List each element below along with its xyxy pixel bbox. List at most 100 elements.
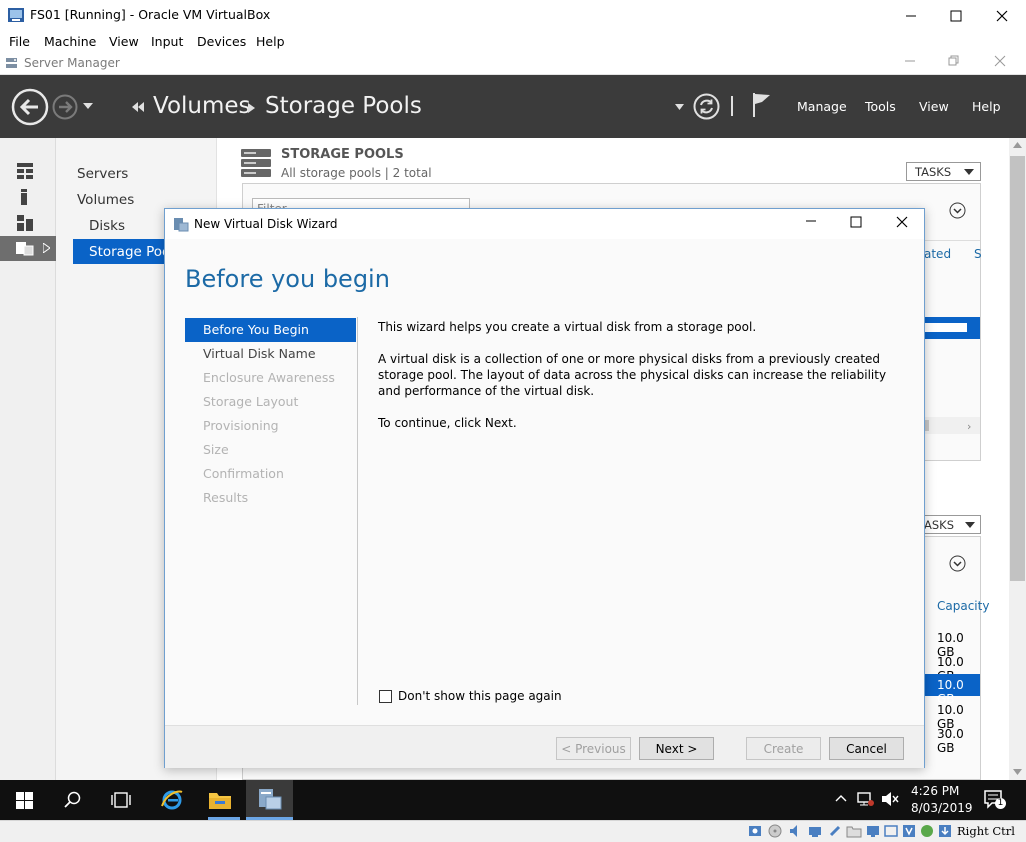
- wizard-minimize-button[interactable]: [805, 215, 817, 227]
- optical-drive-icon[interactable]: [768, 824, 782, 838]
- storage-pools-title: STORAGE POOLS: [281, 147, 404, 162]
- wizard-title: New Virtual Disk Wizard: [194, 217, 338, 231]
- menu-view-sm[interactable]: View: [919, 99, 949, 114]
- local-server-icon[interactable]: [20, 189, 30, 205]
- file-storage-icon: [16, 240, 34, 256]
- column-header-created[interactable]: ated: [924, 247, 951, 261]
- sm-minimize-button[interactable]: [904, 55, 916, 67]
- search-icon[interactable]: [64, 791, 82, 809]
- create-button[interactable]: Create: [746, 737, 821, 760]
- capacity-cell: 10.0 GB: [937, 678, 964, 706]
- volume-muted-icon[interactable]: [881, 791, 899, 807]
- nav-item-disks[interactable]: Disks: [89, 218, 125, 234]
- dashboard-icon[interactable]: [17, 163, 33, 179]
- file-explorer-icon[interactable]: [208, 789, 232, 811]
- shared-folders-icon[interactable]: [846, 824, 862, 838]
- server-manager-taskbar-item[interactable]: [246, 780, 293, 820]
- nav-item-volumes[interactable]: Volumes: [77, 192, 134, 208]
- nav-item-servers[interactable]: Servers: [77, 166, 128, 182]
- cancel-button[interactable]: Cancel: [829, 737, 904, 760]
- chevron-down-icon: [965, 522, 975, 529]
- menu-help[interactable]: Help: [256, 34, 285, 49]
- tasks-dropdown-top[interactable]: TASKS: [906, 162, 981, 181]
- wizard-footer: < Previous Next > Create Cancel: [165, 725, 924, 768]
- scroll-down-icon[interactable]: [1013, 769, 1022, 775]
- all-servers-icon[interactable]: [17, 215, 33, 231]
- header-divider: [731, 96, 733, 116]
- server-manager-title: Server Manager: [24, 56, 120, 70]
- show-hidden-icons[interactable]: [835, 794, 847, 802]
- menu-tools[interactable]: Tools: [865, 99, 896, 114]
- menu-machine[interactable]: Machine: [44, 34, 96, 49]
- scroll-up-icon[interactable]: [1013, 142, 1022, 148]
- refresh-icon[interactable]: [693, 93, 720, 120]
- scroll-thumb[interactable]: [1010, 156, 1025, 581]
- column-header-status[interactable]: S: [974, 247, 982, 261]
- windows-start-icon[interactable]: [16, 792, 33, 809]
- menu-view[interactable]: View: [109, 34, 139, 49]
- task-view-icon[interactable]: [110, 791, 132, 809]
- expand-tile-icon[interactable]: [949, 555, 966, 572]
- action-center-icon[interactable]: 1: [984, 790, 1006, 810]
- checkbox-label: Don't show this page again: [398, 689, 562, 703]
- file-storage-rail-item[interactable]: [0, 236, 56, 261]
- breadcrumb-back-icon: [131, 102, 145, 112]
- wizard-maximize-button[interactable]: [850, 216, 862, 228]
- wizard-heading: Before you begin: [185, 265, 390, 293]
- step-virtual-disk-name[interactable]: Virtual Disk Name: [185, 342, 356, 366]
- display-icon[interactable]: [866, 824, 880, 838]
- close-button[interactable]: [979, 0, 1025, 31]
- previous-button[interactable]: < Previous: [556, 737, 631, 760]
- minimize-button[interactable]: [888, 0, 934, 31]
- usb-icon[interactable]: [828, 824, 842, 838]
- description-paragraph: A virtual disk is a collection of one or…: [378, 352, 887, 398]
- network-icon[interactable]: [856, 791, 874, 807]
- checkbox-box[interactable]: [379, 689, 392, 703]
- wizard-close-button[interactable]: [896, 216, 908, 228]
- menu-manage[interactable]: Manage: [797, 99, 847, 114]
- expand-tile-icon[interactable]: [949, 202, 966, 219]
- intro-paragraph: This wizard helps you create a virtual d…: [378, 320, 757, 334]
- next-button[interactable]: Next >: [639, 737, 714, 760]
- dont-show-again-checkbox[interactable]: Don't show this page again: [379, 689, 562, 703]
- audio-icon[interactable]: [788, 824, 802, 838]
- menu-input[interactable]: Input: [151, 34, 183, 49]
- menu-file[interactable]: File: [9, 34, 30, 49]
- storage-pools-subtitle: All storage pools | 2 total: [281, 166, 432, 180]
- chevron-down-icon: [964, 169, 974, 176]
- sm-close-button[interactable]: [994, 55, 1006, 67]
- sm-restore-button[interactable]: [948, 55, 960, 67]
- vbox-menubar: File Machine View Input Devices Help: [0, 31, 1026, 52]
- guest-additions-icon[interactable]: [920, 824, 934, 838]
- scroll-right-icon[interactable]: ›: [967, 420, 971, 433]
- column-header-capacity[interactable]: Capacity: [937, 599, 989, 613]
- menu-devices[interactable]: Devices: [197, 34, 246, 49]
- expand-arrow-icon: [43, 243, 50, 253]
- tasks-label-top: TASKS: [915, 165, 952, 179]
- virtualization-icon[interactable]: [902, 824, 916, 838]
- refresh-dropdown-icon[interactable]: [675, 104, 684, 111]
- history-dropdown-icon[interactable]: [83, 102, 93, 110]
- clock-date[interactable]: 8/03/2019: [911, 801, 973, 815]
- vbox-titlebar: FS01 [Running] - Oracle VM VirtualBox: [0, 0, 1026, 31]
- storage-pools-icon: [240, 148, 272, 178]
- vertical-scrollbar[interactable]: [1009, 138, 1026, 780]
- menu-help-sm[interactable]: Help: [972, 99, 1001, 114]
- forward-arrow-icon[interactable]: [52, 94, 78, 120]
- server-manager-icon: [4, 56, 19, 71]
- notifications-flag-icon[interactable]: [752, 91, 772, 119]
- back-arrow-icon[interactable]: [11, 88, 49, 126]
- keyboard-capture-icon[interactable]: [938, 824, 952, 838]
- maximize-button[interactable]: [933, 0, 979, 31]
- tasks-dropdown-bottom[interactable]: ASKS: [923, 515, 981, 534]
- clock-time[interactable]: 4:26 PM: [911, 784, 959, 798]
- breadcrumb-volumes[interactable]: Volumes: [153, 93, 251, 119]
- hard-disk-icon[interactable]: [748, 824, 762, 838]
- step-results: Results: [203, 490, 249, 505]
- internet-explorer-icon[interactable]: [160, 788, 184, 812]
- recording-icon[interactable]: [884, 824, 898, 838]
- network-adapter-icon[interactable]: [808, 824, 822, 838]
- step-before-you-begin[interactable]: Before You Begin: [185, 318, 356, 342]
- step-enclosure-awareness: Enclosure Awareness: [203, 370, 335, 385]
- continue-paragraph: To continue, click Next.: [378, 416, 517, 430]
